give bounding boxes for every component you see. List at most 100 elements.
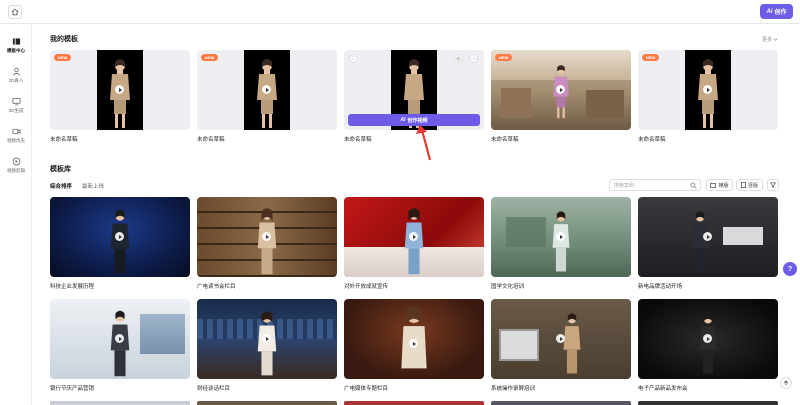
library-card[interactable]: 新电品牌活动开场 [638, 197, 778, 290]
arrow-up-icon [783, 380, 789, 386]
library-card[interactable]: 财经谈话栏目 [197, 299, 337, 392]
play-icon[interactable] [409, 232, 418, 241]
library-card[interactable]: 电子产品新品发布会 [638, 299, 778, 392]
sidebar-item-clip[interactable]: 视频剪辑 [2, 152, 30, 178]
search-icon[interactable] [690, 182, 697, 189]
library-card[interactable]: 银行节庆产品营销 [50, 299, 190, 392]
library-card[interactable]: 系统操作录屏培训 [491, 299, 631, 392]
more-link[interactable]: 更多 [762, 36, 778, 43]
avatar-figure [552, 211, 570, 272]
more-options-icon[interactable]: ⋯ [469, 54, 478, 63]
back-to-top-button[interactable] [780, 377, 792, 389]
avatar-figure [110, 310, 130, 377]
home-icon[interactable] [8, 5, 22, 19]
play-icon[interactable] [556, 232, 565, 241]
card-caption: 电子产品新品发布会 [638, 386, 688, 392]
sidebar-item-label: 视频优先 [7, 137, 25, 143]
play-icon[interactable] [262, 334, 271, 343]
play-icon[interactable] [262, 232, 271, 241]
play-icon[interactable] [115, 232, 124, 241]
library-card[interactable]: 广电读书会栏目 [197, 197, 337, 290]
my-template-card[interactable]: NEW 未命名草稿 [50, 50, 190, 143]
card-caption: 广电读书会栏目 [197, 284, 236, 290]
preview-icon[interactable]: ◎ [454, 54, 463, 63]
sort-tabs: 综合排序 最新上线 [50, 182, 104, 190]
play-icon[interactable] [556, 334, 565, 343]
filter-icon[interactable] [767, 179, 779, 191]
template-thumbnail: NEW [638, 50, 778, 130]
filter-landscape-button[interactable]: 横版 [706, 179, 733, 191]
template-thumbnail [638, 197, 778, 277]
library-title: 模板库 [50, 166, 71, 173]
sidebar-item-label: 视频剪辑 [7, 167, 25, 173]
tab-latest[interactable]: 最新上线 [82, 182, 104, 190]
filter-portrait-button[interactable]: 竖版 [736, 179, 763, 191]
card-caption: 未命名草稿 [638, 137, 666, 143]
avatar-figure [257, 59, 277, 128]
avatar-figure [257, 208, 277, 275]
help-button[interactable]: ? [783, 262, 797, 276]
main-content: 我的模板 更多 NEW 未命名草稿 NEW 未命名草稿 ♡ ◎ ⋯ Ai 创作视… [32, 24, 800, 405]
person-icon [12, 67, 20, 75]
play-icon[interactable] [262, 85, 271, 94]
sidebar-item-2d-person[interactable]: 2D真人 [2, 62, 30, 88]
template-thumbnail: NEW [491, 50, 631, 130]
search-input[interactable]: 搜索案例 [609, 179, 701, 191]
chevron-down-icon [773, 38, 778, 41]
play-icon[interactable] [703, 232, 712, 241]
card-caption: 国学文化培训 [491, 284, 525, 290]
my-template-card[interactable]: NEW 未命名草稿 [197, 50, 337, 143]
ai-label: Ai [766, 8, 773, 15]
play-icon[interactable] [409, 339, 418, 348]
template-thumbnail [50, 299, 190, 379]
library-card[interactable]: 广电媒体专题栏目 [344, 299, 484, 392]
template-thumbnail [491, 197, 631, 277]
play-icon[interactable] [556, 85, 565, 94]
card-caption: 新电品牌活动开场 [638, 284, 683, 290]
template-thumbnail [344, 197, 484, 277]
ai-create-button[interactable]: Ai 创作 [760, 4, 793, 19]
my-template-card[interactable]: NEW 未命名草稿 [638, 50, 778, 143]
play-icon[interactable] [703, 85, 712, 94]
template-thumbnail [197, 299, 337, 379]
my-template-card[interactable]: NEW 未命名草稿 [491, 50, 631, 143]
my-templates-title: 我的模板 [50, 36, 78, 43]
search-placeholder: 搜索案例 [614, 182, 635, 189]
play-icon[interactable] [115, 334, 124, 343]
play-icon[interactable] [115, 85, 124, 94]
my-template-card-hovered[interactable]: ♡ ◎ ⋯ Ai 创作视频 未命名草稿 [344, 50, 484, 143]
card-caption: 银行节庆产品营销 [50, 386, 95, 392]
avatar-figure [110, 209, 130, 274]
library-card[interactable]: 对外开放成就宣传 [344, 197, 484, 290]
template-thumbnail [197, 197, 337, 277]
library-card[interactable]: 科技企业发展历程 [50, 197, 190, 290]
template-thumbnail [50, 197, 190, 277]
play-icon[interactable] [703, 334, 712, 343]
favorite-icon[interactable]: ♡ [349, 54, 358, 63]
tab-comprehensive[interactable]: 综合排序 [50, 182, 72, 190]
card-caption: 未命名草稿 [197, 137, 225, 143]
avatar-figure [257, 311, 277, 376]
video-icon [11, 128, 21, 134]
library-card[interactable]: 国学文化培训 [491, 197, 631, 290]
template-thumbnail: NEW [50, 50, 190, 130]
ai-label: Ai [400, 117, 406, 123]
top-bar: Ai 创作 [0, 0, 800, 24]
monitor-icon [11, 97, 21, 105]
new-badge: NEW [54, 54, 72, 61]
create-label: 创作 [774, 10, 787, 16]
sidebar-item-video[interactable]: 视频优先 [2, 122, 30, 148]
avatar-figure [404, 208, 424, 275]
create-video-button[interactable]: Ai 创作视频 [348, 114, 480, 126]
avatar-figure [699, 313, 717, 374]
new-badge: NEW [495, 54, 513, 61]
create-video-label: 创作视频 [407, 117, 428, 124]
portrait-icon [741, 182, 746, 188]
sidebar-item-templates[interactable]: 模板中心 [2, 32, 30, 58]
sidebar-item-label: 模板中心 [7, 47, 25, 53]
card-caption: 未命名草稿 [50, 137, 78, 143]
sidebar-item-3d[interactable]: 3D生成 [2, 92, 30, 118]
card-caption: 系统操作录屏培训 [491, 386, 536, 392]
template-thumbnail [638, 299, 778, 379]
card-caption: 科技企业发展历程 [50, 284, 95, 290]
